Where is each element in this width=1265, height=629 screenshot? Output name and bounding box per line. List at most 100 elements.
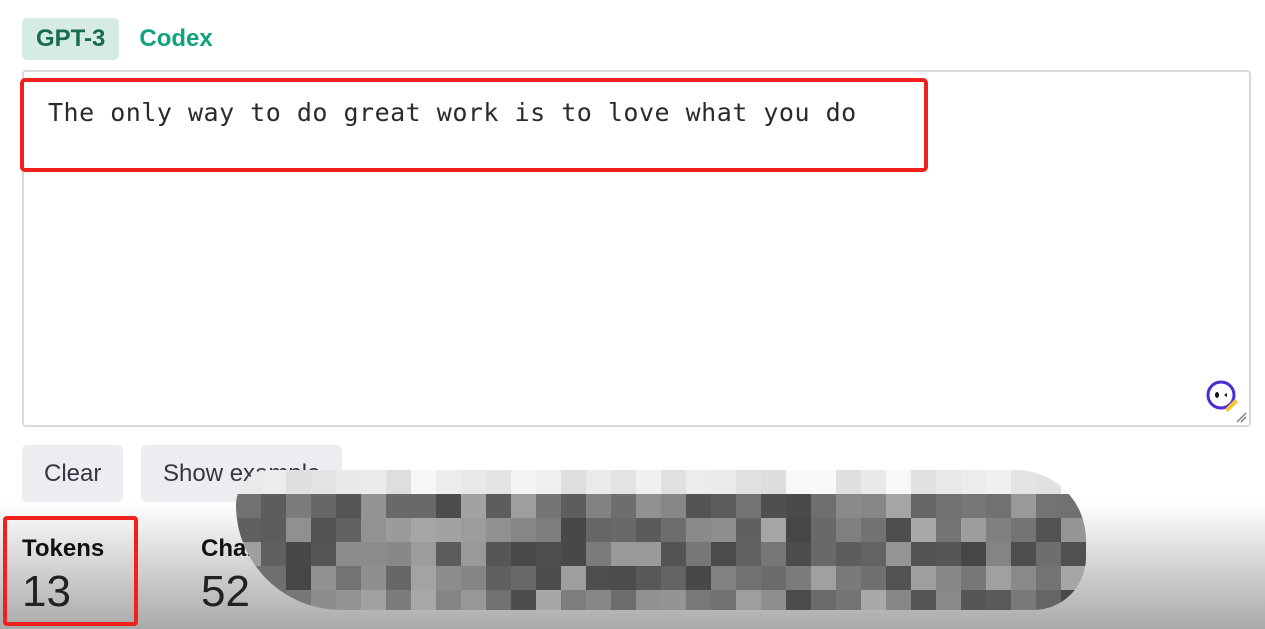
- mosaic-cell: [711, 566, 736, 590]
- mosaic-cell: [361, 590, 386, 610]
- mosaic-cell: [486, 470, 511, 494]
- mosaic-cell: [511, 566, 536, 590]
- mosaic-cell: [436, 494, 461, 518]
- mosaic-cell: [311, 494, 336, 518]
- mosaic-cell: [1011, 542, 1036, 566]
- mosaic-cell: [561, 542, 586, 566]
- mosaic-cell: [761, 542, 786, 566]
- mosaic-cell: [361, 566, 386, 590]
- mosaic-cell: [911, 494, 936, 518]
- mosaic-cell: [461, 470, 486, 494]
- mosaic-cell: [886, 470, 911, 494]
- mosaic-cell: [836, 542, 861, 566]
- mosaic-cell: [511, 542, 536, 566]
- mosaic-cell: [386, 470, 411, 494]
- mosaic-cell: [911, 542, 936, 566]
- mosaic-cell: [736, 566, 761, 590]
- mosaic-cell: [736, 494, 761, 518]
- mosaic-cell: [311, 542, 336, 566]
- mosaic-cell: [811, 542, 836, 566]
- mosaic-cell: [686, 470, 711, 494]
- mosaic-cell: [986, 470, 1011, 494]
- mosaic-cell: [661, 590, 686, 610]
- mosaic-cell: [961, 518, 986, 542]
- mosaic-cell: [636, 494, 661, 518]
- mosaic-cell: [686, 566, 711, 590]
- mosaic-cell: [986, 494, 1011, 518]
- mosaic-cell: [486, 494, 511, 518]
- mosaic-cell: [336, 494, 361, 518]
- mosaic-cell: [536, 470, 561, 494]
- mosaic-cell: [311, 566, 336, 590]
- mosaic-cell: [611, 590, 636, 610]
- mosaic-cell: [236, 494, 261, 518]
- mosaic-cell: [511, 590, 536, 610]
- mosaic-cell: [661, 566, 686, 590]
- mosaic-cell: [836, 494, 861, 518]
- mosaic-cell: [436, 566, 461, 590]
- mosaic-cell: [536, 518, 561, 542]
- mosaic-cell: [636, 518, 661, 542]
- clear-button[interactable]: Clear: [22, 445, 124, 502]
- mosaic-cell: [1036, 518, 1061, 542]
- mosaic-cell: [286, 494, 311, 518]
- mosaic-cell: [811, 470, 836, 494]
- mosaic-cell: [661, 494, 686, 518]
- resize-grip-icon[interactable]: [1235, 411, 1247, 423]
- mosaic-cell: [411, 566, 436, 590]
- grammar-assistant-icon[interactable]: [1205, 379, 1239, 413]
- mosaic-cell: [761, 470, 786, 494]
- mosaic-cell: [561, 494, 586, 518]
- mosaic-cell: [911, 566, 936, 590]
- mosaic-cell: [486, 542, 511, 566]
- mosaic-cell: [711, 590, 736, 610]
- mosaic-cell: [861, 566, 886, 590]
- mosaic-cell: [311, 518, 336, 542]
- mosaic-cell: [986, 590, 1011, 610]
- mosaic-cell: [411, 590, 436, 610]
- mosaic-cell: [1011, 566, 1036, 590]
- mosaic-cell: [786, 518, 811, 542]
- mosaic-cell: [936, 470, 961, 494]
- mosaic-cell: [286, 542, 311, 566]
- mosaic-cell: [436, 518, 461, 542]
- tab-gpt3[interactable]: GPT-3: [22, 18, 120, 60]
- mosaic-cell: [261, 542, 286, 566]
- mosaic-cell: [786, 542, 811, 566]
- mosaic-cell: [886, 590, 911, 610]
- mosaic-cell: [361, 470, 386, 494]
- mosaic-cell: [461, 590, 486, 610]
- mosaic-cell: [361, 518, 386, 542]
- mosaic-cell: [261, 518, 286, 542]
- mosaic-cell: [336, 542, 361, 566]
- mosaic-cell: [836, 518, 861, 542]
- input-highlight-box: [20, 78, 928, 172]
- mosaic-cell: [336, 470, 361, 494]
- mosaic-cell: [486, 518, 511, 542]
- mosaic-cell: [761, 590, 786, 610]
- mosaic-cell: [761, 518, 786, 542]
- mosaic-cell: [586, 566, 611, 590]
- mosaic-cell: [686, 590, 711, 610]
- mosaic-cell: [286, 566, 311, 590]
- mosaic-cell: [386, 542, 411, 566]
- mosaic-cell: [861, 590, 886, 610]
- mosaic-cell: [511, 494, 536, 518]
- mosaic-cell: [661, 542, 686, 566]
- mosaic-cell: [536, 494, 561, 518]
- mosaic-cell: [836, 470, 861, 494]
- mosaic-cell: [961, 470, 986, 494]
- tab-codex[interactable]: Codex: [125, 18, 226, 60]
- mosaic-cell: [586, 494, 611, 518]
- mosaic-cell: [986, 566, 1011, 590]
- mosaic-cell: [511, 518, 536, 542]
- mosaic-cell: [461, 566, 486, 590]
- mosaic-cell: [336, 566, 361, 590]
- mosaic-cell: [711, 518, 736, 542]
- mosaic-cell: [561, 590, 586, 610]
- mosaic-cell: [336, 518, 361, 542]
- mosaic-cell: [536, 542, 561, 566]
- mosaic-cell: [536, 566, 561, 590]
- mosaic-cell: [636, 542, 661, 566]
- mosaic-cell: [361, 494, 386, 518]
